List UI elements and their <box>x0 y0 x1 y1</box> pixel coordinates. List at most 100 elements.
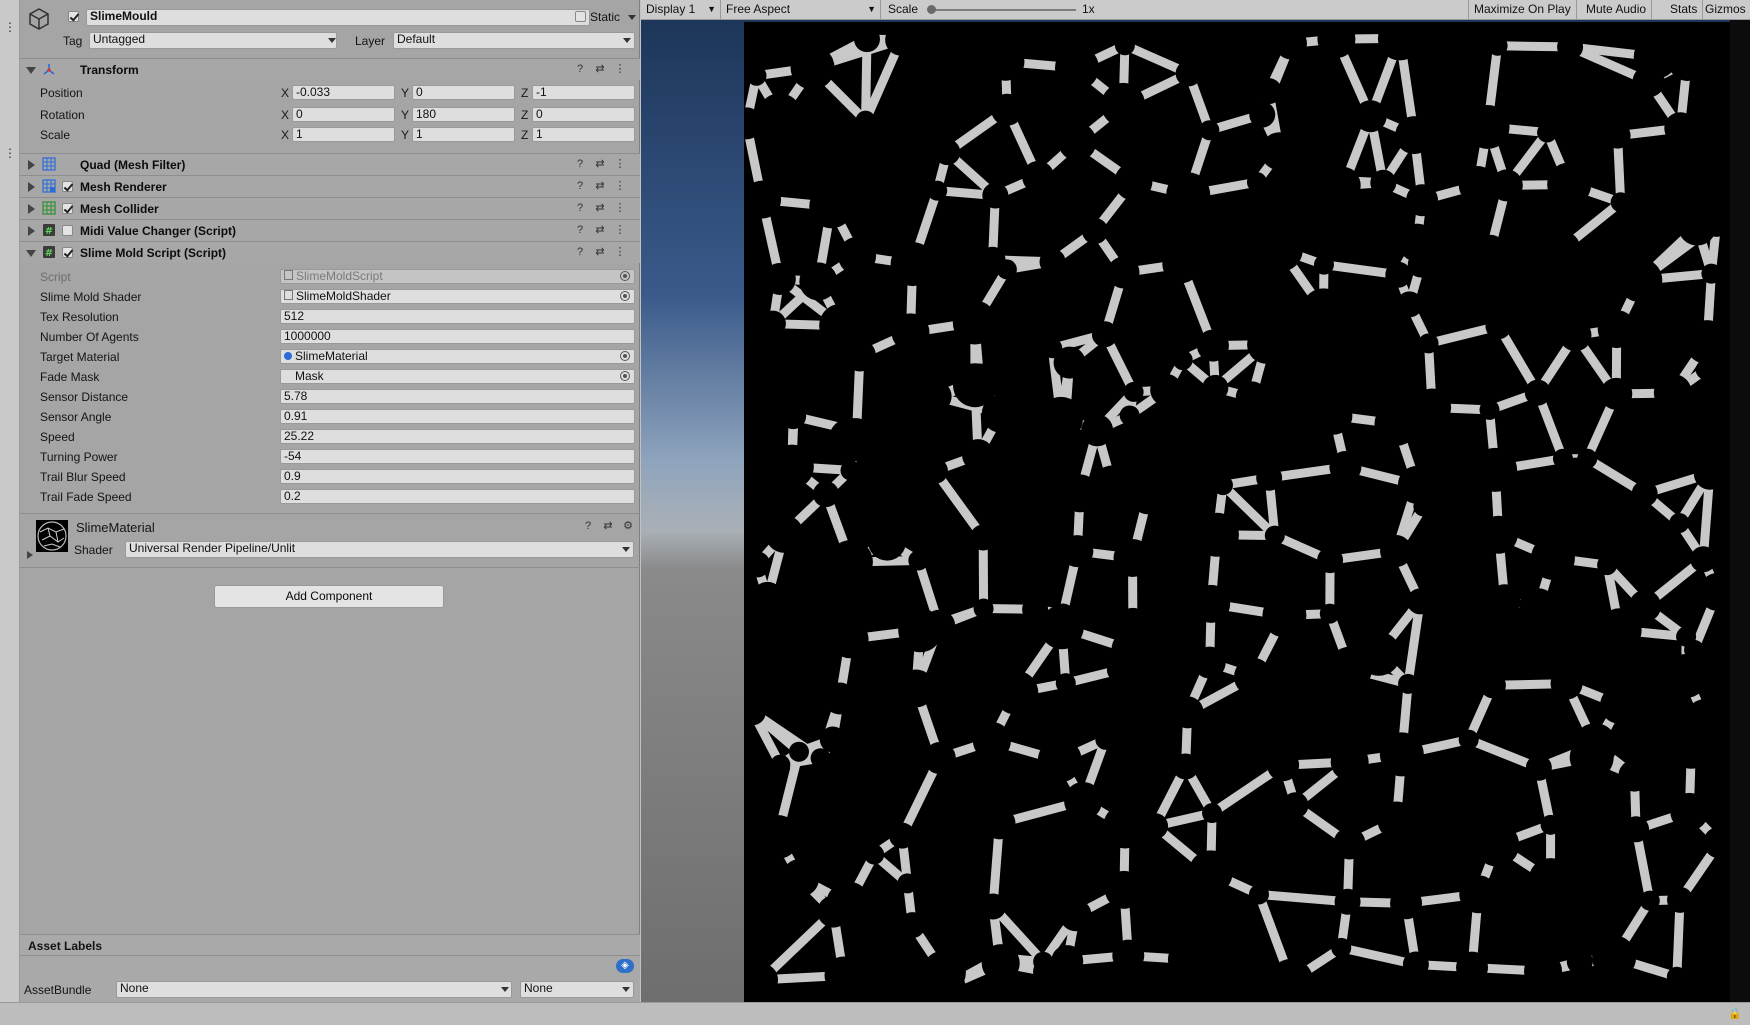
static-label[interactable]: Static <box>590 10 620 24</box>
dock-menu-icon[interactable]: ⋮ <box>4 20 16 34</box>
transform-z-field[interactable]: -1 <box>532 85 635 100</box>
preset-icon[interactable]: ⇄ <box>590 157 610 170</box>
script-field-value[interactable]: 0.2 <box>280 489 635 504</box>
script-field-value[interactable]: Mask <box>280 369 635 384</box>
context-menu-icon[interactable]: ⋮ <box>610 201 630 214</box>
scale-slider-track[interactable] <box>931 9 1076 11</box>
script-field-value[interactable]: 512 <box>280 309 635 324</box>
context-menu-icon[interactable]: ⋮ <box>610 179 630 192</box>
script-field-value[interactable]: 5.78 <box>280 389 635 404</box>
gear-icon[interactable]: ⚙ <box>618 519 638 532</box>
axis-y-label[interactable]: Y <box>401 128 409 142</box>
static-checkbox[interactable] <box>575 11 586 22</box>
label-tag-icon[interactable]: ◈ <box>616 959 634 973</box>
context-menu-icon[interactable]: ⋮ <box>610 245 630 258</box>
script-field-value[interactable]: 25.22 <box>280 429 635 444</box>
component-header[interactable]: # Slime Mold Script (Script) ? ⇄ ⋮ <box>20 241 640 263</box>
layer-dropdown[interactable]: Default <box>393 32 635 49</box>
help-icon[interactable]: ? <box>570 63 590 75</box>
script-field-value[interactable]: SlimeMoldShader <box>280 289 635 304</box>
component-header[interactable]: Mesh Collider ? ⇄ ⋮ <box>20 197 640 219</box>
transform-x-field[interactable]: -0.033 <box>292 85 395 100</box>
transform-y-field[interactable]: 180 <box>412 107 515 122</box>
help-icon[interactable]: ? <box>570 180 590 192</box>
preset-icon[interactable]: ⇄ <box>590 223 610 236</box>
script-field-value[interactable]: 1000000 <box>280 329 635 344</box>
object-picker-icon[interactable] <box>620 291 630 301</box>
preset-icon[interactable]: ⇄ <box>598 519 618 532</box>
transform-x-field[interactable]: 0 <box>292 107 395 122</box>
help-icon[interactable]: ? <box>578 520 598 532</box>
dock-menu-icon[interactable]: ⋮ <box>4 146 16 160</box>
transform-header[interactable]: Transform ? ⇄ ⋮ <box>20 58 640 80</box>
component-enabled-checkbox[interactable] <box>62 225 73 236</box>
material-foldout-icon[interactable] <box>27 551 33 559</box>
scale-slider-thumb[interactable] <box>927 5 936 14</box>
foldout-expanded-icon[interactable] <box>26 67 36 74</box>
component-header[interactable]: Mesh Renderer ? ⇄ ⋮ <box>20 175 640 197</box>
assetbundle-variant-dropdown[interactable]: None <box>520 981 634 998</box>
axis-y-label[interactable]: Y <box>401 86 409 100</box>
material-header-actions: ? ⇄ ⚙ <box>578 519 638 532</box>
object-picker-icon[interactable] <box>620 271 630 281</box>
gameobject-name-field[interactable]: SlimeMould <box>86 9 590 26</box>
preset-icon[interactable]: ⇄ <box>590 245 610 258</box>
foldout-collapsed-icon[interactable] <box>28 204 35 214</box>
preset-icon[interactable]: ⇄ <box>590 201 610 214</box>
script-field-value[interactable]: 0.91 <box>280 409 635 424</box>
context-menu-icon[interactable]: ⋮ <box>610 157 630 170</box>
component-enabled-checkbox[interactable] <box>62 181 73 192</box>
axis-z-label[interactable]: Z <box>521 108 528 122</box>
transform-y-field[interactable]: 1 <box>412 127 515 142</box>
context-menu-icon[interactable]: ⋮ <box>610 62 630 75</box>
preset-icon[interactable]: ⇄ <box>590 62 610 75</box>
context-menu-icon[interactable]: ⋮ <box>610 223 630 236</box>
foldout-expanded-icon[interactable] <box>26 250 36 257</box>
svg-text:#: # <box>45 226 53 237</box>
variant-dropdown-arrow-icon <box>622 987 630 992</box>
mute-audio-toggle[interactable]: Mute Audio <box>1581 0 1653 20</box>
shader-dropdown[interactable]: Universal Render Pipeline/Unlit <box>125 541 634 558</box>
script-field-label: Speed <box>40 430 75 444</box>
component-header[interactable]: Quad (Mesh Filter) ? ⇄ ⋮ <box>20 153 640 175</box>
help-icon[interactable]: ? <box>570 224 590 236</box>
display-dropdown[interactable]: Display 1 ▼ <box>641 0 721 20</box>
object-picker-icon[interactable] <box>620 371 630 381</box>
object-picker-icon[interactable] <box>620 351 630 361</box>
script-field-value[interactable]: 0.9 <box>280 469 635 484</box>
foldout-collapsed-icon[interactable] <box>28 182 35 192</box>
help-icon[interactable]: ? <box>570 202 590 214</box>
axis-y-label[interactable]: Y <box>401 108 409 122</box>
gizmos-toggle[interactable]: Gizmos <box>1700 0 1750 20</box>
add-component-button[interactable]: Add Component <box>214 585 444 608</box>
help-icon[interactable]: ? <box>570 158 590 170</box>
assetbundle-dropdown[interactable]: None <box>116 981 512 998</box>
aspect-dropdown[interactable]: Free Aspect ▼ <box>721 0 881 20</box>
axis-x-label[interactable]: X <box>281 86 289 100</box>
script-field-value[interactable]: SlimeMaterial <box>280 349 635 364</box>
maximize-on-play-toggle[interactable]: Maximize On Play <box>1468 0 1577 20</box>
foldout-collapsed-icon[interactable] <box>28 226 35 236</box>
axis-x-label[interactable]: X <box>281 128 289 142</box>
transform-z-field[interactable]: 0 <box>532 107 635 122</box>
help-icon[interactable]: ? <box>570 246 590 258</box>
component-enabled-checkbox[interactable] <box>62 203 73 214</box>
transform-y-field[interactable]: 0 <box>412 85 515 100</box>
axis-x-label[interactable]: X <box>281 108 289 122</box>
gameobject-active-checkbox[interactable] <box>68 11 79 22</box>
game-view[interactable] <box>641 20 1750 1002</box>
foldout-collapsed-icon[interactable] <box>28 160 35 170</box>
stats-toggle[interactable]: Stats <box>1665 0 1704 20</box>
axis-z-label[interactable]: Z <box>521 128 528 142</box>
component-header[interactable]: # Midi Value Changer (Script) ? ⇄ ⋮ <box>20 219 640 241</box>
transform-x-field[interactable]: 1 <box>292 127 395 142</box>
tag-dropdown[interactable]: Untagged <box>89 32 337 49</box>
static-dropdown-icon[interactable] <box>628 15 636 20</box>
transform-z-field[interactable]: 1 <box>532 127 635 142</box>
script-field-value[interactable]: -54 <box>280 449 635 464</box>
component-enabled-checkbox[interactable] <box>62 247 73 258</box>
axis-z-label[interactable]: Z <box>521 86 528 100</box>
preset-icon[interactable]: ⇄ <box>590 179 610 192</box>
header-actions: ? ⇄ ⋮ <box>570 62 630 75</box>
slime-network-image <box>744 22 1730 1002</box>
